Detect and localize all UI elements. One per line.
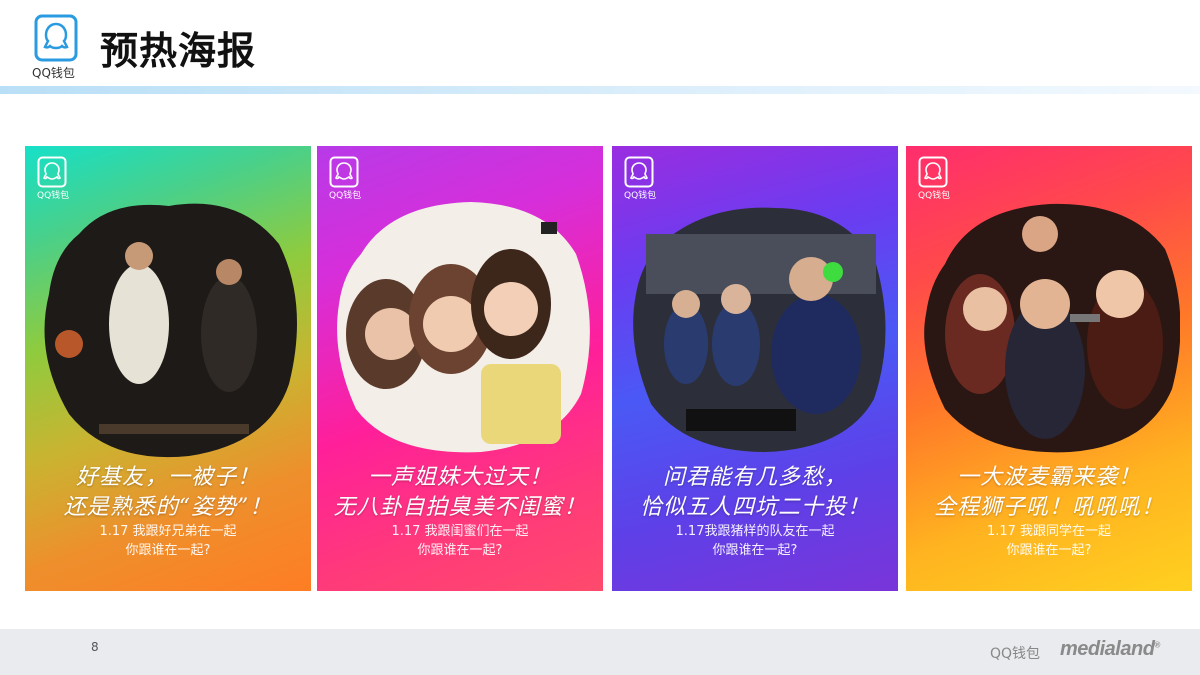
- karaoke-friends-photo: [920, 194, 1180, 462]
- page-title: 预热海报: [100, 29, 257, 73]
- header-logo-label: QQ钱包: [32, 66, 75, 80]
- poster-slogan-line2: 还是熟悉的“姿势”！: [63, 495, 273, 520]
- slide-footer: 8 QQ钱包 medialand®: [0, 629, 1200, 675]
- poster-slogan-line2: 恰似五人四坑二十投！: [639, 495, 870, 520]
- poster-card: QQ钱包 好基友，一被子！ 还是熟悉的“姿势”！ 1.17 我跟好兄弟在一起 你…: [25, 146, 311, 591]
- medialand-logo: medialand®: [1060, 638, 1160, 660]
- poster-slogan-line2: 无八卦自拍臭美不闺蜜！: [333, 495, 587, 520]
- poster-subtext-line1: 1.17 我跟闺蜜们在一起: [391, 524, 529, 539]
- poster-slogan-line1: 一声姐妹大过天！: [367, 465, 552, 490]
- qq-wallet-logo-icon: [37, 156, 67, 188]
- qq-wallet-logo-icon: [34, 14, 78, 62]
- poster-card: QQ钱包 问君能有几多愁， 恰似五人四坑二十投！ 1.17我跟猪样的队友在一起 …: [612, 146, 898, 591]
- poster-subtext-line1: 1.17 我跟好兄弟在一起: [99, 524, 237, 539]
- gamers-photo: [626, 194, 886, 462]
- poster-slogan-line1: 好基友，一被子！: [75, 465, 260, 490]
- medialand-logo-text: medialand: [1060, 638, 1155, 660]
- poster-slogan-line1: 问君能有几多愁，: [662, 465, 847, 490]
- basketball-players-photo: [39, 194, 299, 462]
- footer-brand-label: QQ钱包: [990, 646, 1041, 662]
- page-number: 8: [91, 640, 99, 654]
- poster-subtext-line1: 1.17 我跟同学在一起: [986, 524, 1112, 539]
- poster-slogan-line2: 全程狮子吼！吼吼吼！: [933, 495, 1164, 520]
- poster-card: QQ钱包 一声姐妹大过天！ 无八卦自拍臭美不闺蜜！ 1.17 我跟闺蜜们在一起 …: [317, 146, 603, 591]
- poster-subtext-line2: 你跟谁在一起?: [712, 543, 798, 558]
- qq-wallet-logo-icon: [624, 156, 654, 188]
- qq-wallet-logo-icon: [918, 156, 948, 188]
- slide-header: QQ钱包 预热海报: [0, 0, 1200, 94]
- poster-subtext-line2: 你跟谁在一起?: [125, 543, 211, 558]
- poster-subtext-line1: 1.17我跟猪样的队友在一起: [675, 524, 835, 539]
- qq-wallet-logo-icon: [329, 156, 359, 188]
- poster-slogan-line1: 一大波麦霸来袭！: [956, 465, 1141, 490]
- header-divider: [0, 86, 1200, 94]
- poster-subtext-line2: 你跟谁在一起?: [1006, 543, 1092, 558]
- girls-selfie-photo: [331, 194, 591, 462]
- poster-subtext-line2: 你跟谁在一起?: [417, 543, 503, 558]
- poster-card: QQ钱包 一大波麦霸来袭！ 全程狮子吼！吼吼吼！ 1.17 我跟同学在一起 你跟…: [906, 146, 1192, 591]
